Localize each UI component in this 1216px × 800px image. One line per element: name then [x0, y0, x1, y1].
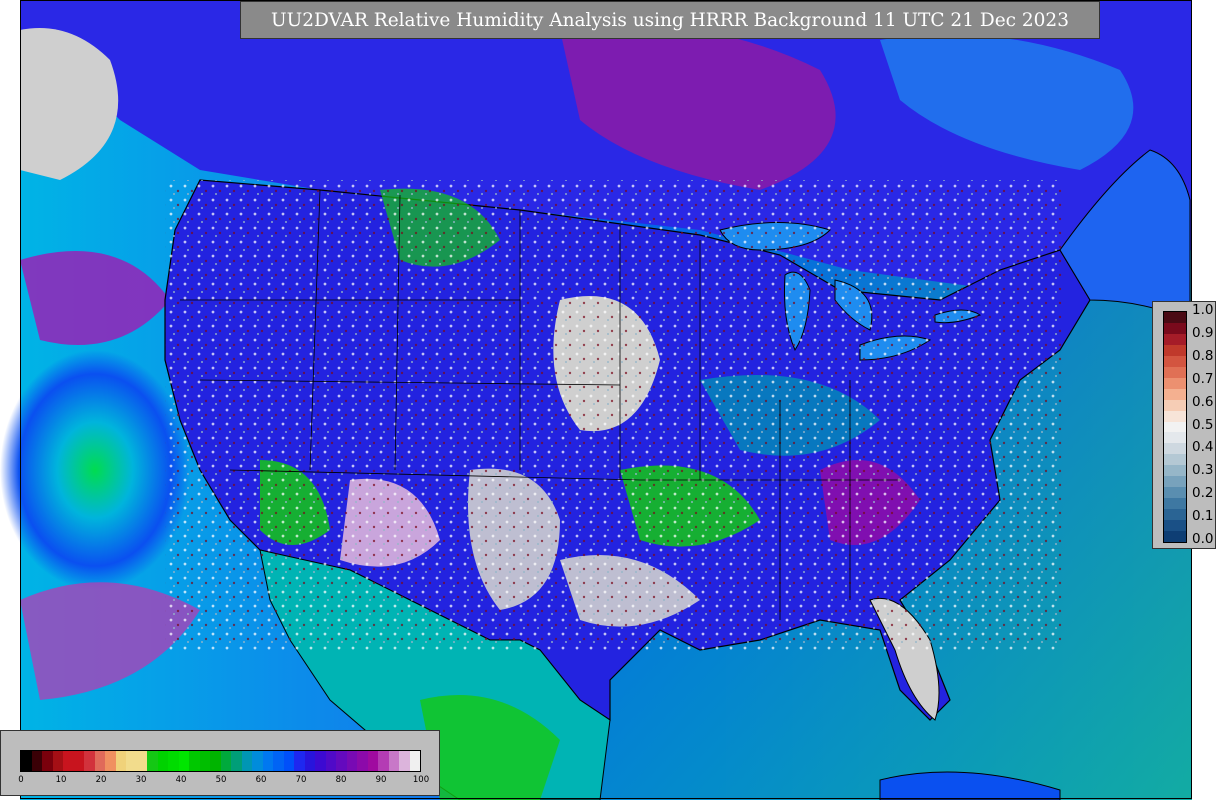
rh-tick-label: 0	[18, 775, 24, 785]
observation-colorbar-segment	[1164, 498, 1186, 510]
rh-colorbar-segment	[199, 751, 210, 771]
rh-colorbar-segment	[357, 751, 368, 771]
rh-colorbar-segment	[52, 751, 63, 771]
rh-colorbar-segment	[220, 751, 231, 771]
rh-tick-label: 20	[95, 775, 107, 785]
rh-colorbar-segment	[252, 751, 263, 771]
station-observations	[165, 180, 1065, 650]
rh-colorbar-segment	[42, 751, 53, 771]
rh-colorbar-segment	[105, 751, 116, 771]
rh-tick-label: 70	[295, 775, 307, 785]
rh-colorbar-segment	[63, 751, 74, 771]
rh-colorbar-segment	[315, 751, 326, 771]
rh-colorbar-segment	[346, 751, 357, 771]
observation-colorbar-segment	[1164, 333, 1186, 345]
observation-colorbar-segment	[1164, 355, 1186, 367]
rh-colorbar-segment	[168, 751, 179, 771]
rh-tick-label: 10	[55, 775, 67, 785]
rh-colorbar-segment	[84, 751, 95, 771]
observation-colorbar-segment	[1164, 410, 1186, 422]
observation-colorbar-legend: 0.0 0.1 0.2 0.3 0.4 0.5 0.6 0.7 0.8 0.9 1.0	[1152, 301, 1216, 549]
observation-colorbar-segment	[1164, 531, 1186, 543]
observation-colorbar-segment	[1164, 421, 1186, 433]
rh-colorbar-segment	[325, 751, 336, 771]
rh-tick-label: 40	[175, 775, 187, 785]
rh-colorbar-segment	[21, 751, 32, 771]
observation-tick-label: 1.0	[1192, 302, 1214, 318]
rh-colorbar-segment	[94, 751, 105, 771]
rh-colorbar-segment	[378, 751, 389, 771]
observation-colorbar-segment	[1164, 388, 1186, 400]
rh-colorbar-segment	[294, 751, 305, 771]
rh-colorbar-segment	[336, 751, 347, 771]
rh-colorbar-segment	[262, 751, 273, 771]
rh-colorbar-segment	[189, 751, 200, 771]
observation-colorbar-segment	[1164, 344, 1186, 356]
observation-colorbar-segment	[1164, 509, 1186, 521]
relative-humidity-map	[0, 0, 1192, 800]
observation-colorbar-segment	[1164, 520, 1186, 532]
rh-colorbar-segment	[178, 751, 189, 771]
observation-colorbar-segment	[1164, 377, 1186, 389]
rh-colorbar-segment	[31, 751, 42, 771]
observation-colorbar-segment	[1164, 476, 1186, 488]
observation-colorbar-segment	[1164, 399, 1186, 411]
rh-colorbar-segment	[73, 751, 84, 771]
observation-tick-label: 0.2	[1192, 485, 1214, 502]
observation-tick-label: 0.9	[1192, 324, 1214, 341]
rh-tick-label: 80	[335, 775, 347, 785]
observation-tick-label: 0.7	[1192, 370, 1214, 387]
rh-colorbar-segment	[115, 751, 126, 771]
observation-tick-label: 0.0	[1192, 531, 1214, 547]
observation-colorbar-segment	[1164, 322, 1186, 334]
rh-colorbar-segment	[304, 751, 315, 771]
rh-tick-label: 50	[215, 775, 227, 785]
rh-tick-label: 90	[375, 775, 387, 785]
rh-tick-label: 30	[135, 775, 147, 785]
observation-colorbar-segment	[1164, 432, 1186, 444]
observation-tick-label: 0.3	[1192, 462, 1214, 479]
observation-colorbar-segment	[1164, 366, 1186, 378]
rh-colorbar-segment	[367, 751, 378, 771]
rh-colorbar-segment	[126, 751, 137, 771]
rh-colorbar-segment	[157, 751, 168, 771]
rh-colorbar-segment	[409, 751, 420, 771]
observation-tick-label: 0.5	[1192, 416, 1214, 433]
rh-colorbar-segment	[147, 751, 158, 771]
rh-colorbar-segment	[241, 751, 252, 771]
rh-colorbar-segment	[283, 751, 294, 771]
rh-colorbar-segment	[231, 751, 242, 771]
observation-tick-label: 0.4	[1192, 439, 1214, 456]
rh-tick-label: 100	[412, 775, 430, 785]
rh-colorbar-segment	[136, 751, 147, 771]
rh-colorbar-segment	[388, 751, 399, 771]
rh-colorbar	[20, 750, 421, 772]
observation-colorbar-segment	[1164, 454, 1186, 466]
observation-tick-label: 0.1	[1192, 508, 1214, 525]
observation-tick-label: 0.6	[1192, 393, 1214, 410]
observation-colorbar-segment	[1164, 312, 1186, 323]
rh-tick-label: 60	[255, 775, 267, 785]
observation-colorbar-segment	[1164, 443, 1186, 455]
observation-colorbar-segment	[1164, 465, 1186, 477]
observation-colorbar	[1163, 311, 1187, 543]
rh-colorbar-segment	[399, 751, 410, 771]
observation-tick-label: 0.8	[1192, 347, 1214, 364]
rh-colorbar-segment	[273, 751, 284, 771]
pacific-swirl	[0, 350, 190, 590]
observation-colorbar-segment	[1164, 487, 1186, 499]
rh-colorbar-segment	[210, 751, 221, 771]
rh-colorbar-legend: 0 10 20 30 40 50 60 70 80 90 100	[0, 730, 440, 796]
map-title: UU2DVAR Relative Humidity Analysis using…	[240, 1, 1100, 39]
